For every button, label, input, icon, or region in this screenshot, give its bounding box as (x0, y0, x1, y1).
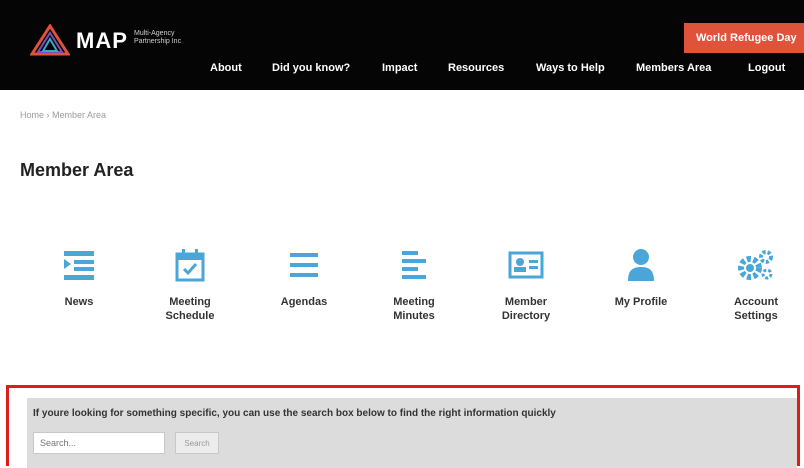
tile-label: News (64, 296, 94, 308)
world-refugee-day-button[interactable]: World Refugee Day (684, 23, 804, 53)
tile-meeting-schedule[interactable]: Meeting Schedule (145, 245, 235, 323)
search-instructions: If youre looking for something specific,… (33, 408, 556, 419)
tile-label: My Profile (614, 296, 668, 308)
calendar-check-icon (145, 245, 235, 285)
tile-label: Meeting Schedule (165, 296, 215, 322)
logo-subtitle: Multi-Agency Partnership Inc (134, 30, 182, 45)
user-icon (596, 245, 686, 285)
tile-meeting-minutes[interactable]: Meeting Minutes (369, 245, 459, 323)
page-title: Member Area (20, 160, 134, 180)
tile-label: Agendas (280, 296, 328, 308)
nav-impact[interactable]: Impact (382, 62, 417, 74)
nav-members-area[interactable]: Members Area (636, 62, 711, 74)
nav-resources[interactable]: Resources (448, 62, 504, 74)
news-icon (34, 245, 124, 285)
nav-did-you-know[interactable]: Did you know? (272, 62, 350, 74)
nav-about[interactable]: About (210, 62, 242, 74)
tile-agendas[interactable]: Agendas (259, 245, 349, 309)
tile-label: Account Settings (734, 296, 778, 322)
site-logo[interactable]: MAP Multi-Agency Partnership Inc (30, 20, 200, 60)
logo-text: MAP (76, 28, 128, 53)
gears-icon (711, 245, 801, 285)
tile-label: Meeting Minutes (393, 296, 435, 322)
tile-news[interactable]: News (34, 245, 124, 309)
nav-ways-to-help[interactable]: Ways to Help (536, 62, 605, 74)
triangle-logo-icon (30, 24, 70, 56)
align-left-icon (369, 245, 459, 285)
tile-account-settings[interactable]: Account Settings (711, 245, 801, 323)
tile-label: Member Directory (501, 296, 551, 322)
search-input[interactable] (33, 432, 165, 454)
site-header: MAP Multi-Agency Partnership Inc World R… (0, 0, 804, 90)
breadcrumb[interactable]: Home › Member Area (20, 110, 106, 120)
list-icon (259, 245, 349, 285)
nav-logout[interactable]: Logout (748, 62, 785, 74)
search-button[interactable]: Search (175, 432, 219, 454)
tile-member-directory[interactable]: Member Directory (481, 245, 571, 323)
search-box-container: If youre looking for something specific,… (27, 398, 797, 468)
tile-my-profile[interactable]: My Profile (596, 245, 686, 309)
search-panel: If youre looking for something specific,… (6, 385, 800, 468)
id-card-icon (481, 245, 571, 285)
